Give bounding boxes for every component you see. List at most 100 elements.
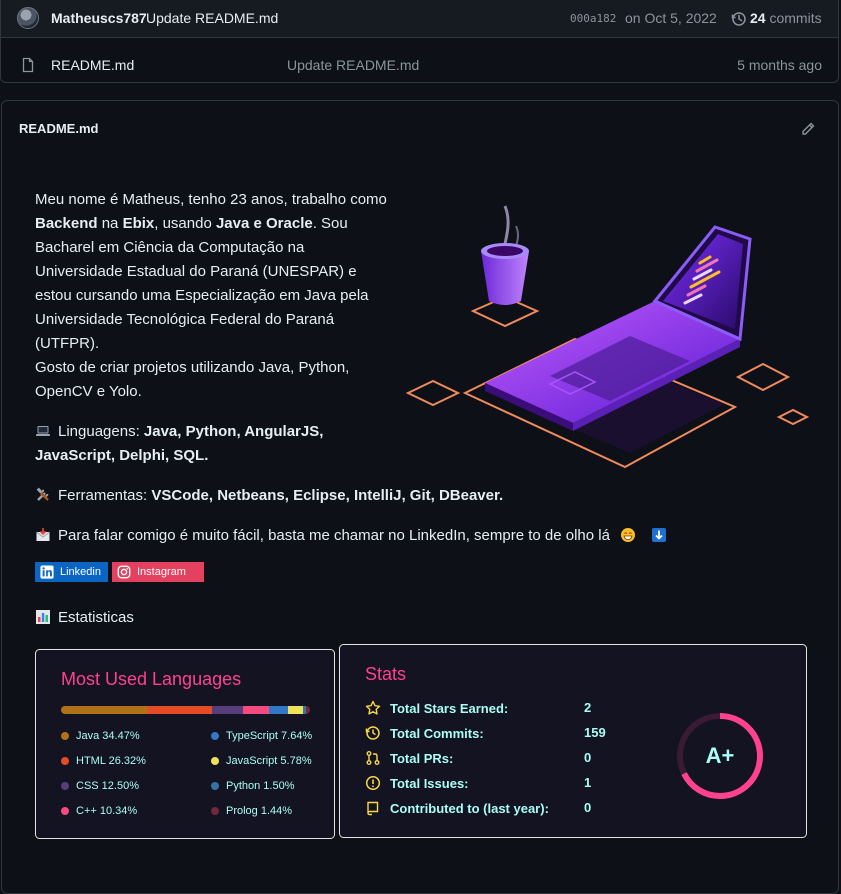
language-label: JavaScript 5.78% [226, 755, 312, 767]
stat-value-contributed: 0 [584, 800, 592, 815]
language-color-dot [61, 757, 69, 765]
intro-paragraph: Meu nome é Matheus, tenho 23 anos, traba… [35, 188, 395, 404]
languages-label: Linguagens: [58, 423, 144, 440]
laptop-coffee-illustration [405, 205, 810, 469]
intro-bold-company: Ebix [122, 215, 155, 232]
language-color-dot [211, 732, 219, 740]
language-label: Python 1.50% [226, 780, 295, 792]
language-color-dot [61, 807, 69, 815]
tools-icon [36, 487, 49, 501]
language-bar-segment [212, 706, 244, 714]
history-icon [365, 726, 380, 740]
stat-label: Total PRs: [390, 750, 454, 766]
envelope-icon [36, 528, 50, 541]
commit-count-label: commits [769, 10, 822, 26]
commit-header: Matheuscs787 Update README.md 000a182 on… [1, 0, 838, 38]
language-bar-segment [288, 706, 303, 714]
stat-label: Total Stars Earned: [390, 700, 509, 716]
readme-panel: README.md Meu nome é Matheus, tenho 23 a… [1, 100, 839, 894]
stat-row-contributed: Contributed to (last year): [365, 800, 549, 816]
stat-row-issues: Total Issues: [365, 775, 469, 791]
stats-heading: Estatisticas [35, 606, 235, 630]
stat-value-issues: 1 [584, 775, 592, 790]
language-label: CSS 12.50% [76, 780, 139, 792]
languages-line: Linguagens: Java, Python, AngularJS, Jav… [35, 420, 355, 468]
point-down-icon [652, 528, 667, 542]
intro-text: na [97, 215, 123, 232]
stat-value-stars: 2 [584, 700, 592, 715]
language-legend-item: Java 34.47% [61, 730, 140, 742]
linkedin-badge[interactable]: Linkedin [35, 562, 108, 582]
language-legend-item: Python 1.50% [211, 780, 295, 792]
intro-bold-stack: Java e Oracle [215, 215, 313, 232]
stat-label: Total Issues: [390, 775, 469, 791]
readme-title[interactable]: README.md [19, 121, 98, 136]
pencil-icon[interactable] [800, 121, 816, 137]
language-legend-item: CSS 12.50% [61, 780, 139, 792]
language-label: Java 34.47% [76, 730, 140, 742]
stat-label: Total Commits: [390, 725, 484, 741]
grade-value: A+ [705, 743, 735, 768]
languages-card-title: Most Used Languages [61, 669, 242, 689]
intro-text: Gosto de criar projetos utilizando Java,… [35, 359, 350, 400]
history-icon [731, 12, 746, 26]
language-legend-item: JavaScript 5.78% [211, 755, 312, 767]
language-color-dot [211, 782, 219, 790]
tools-line: Ferramentas: VSCode, Netbeans, Eclipse, … [35, 484, 555, 508]
language-color-dot [61, 732, 69, 740]
intro-text: Meu nome é Matheus, tenho 23 anos, traba… [35, 191, 387, 208]
language-bar-segment [61, 706, 147, 714]
file-name-link[interactable]: README.md [51, 57, 134, 73]
language-color-dot [211, 807, 219, 815]
language-label: TypeScript 7.64% [226, 730, 313, 742]
contact-text: Para falar comigo é muito fácil, basta m… [58, 527, 610, 544]
linkedin-badge-label: Linkedin [60, 566, 101, 578]
stat-row-prs: Total PRs: [365, 750, 453, 766]
intro-bold-role: Backend [35, 215, 98, 232]
intro-text: . Sou Bacharel em Ciência da Computação … [35, 215, 369, 352]
language-bar-segment [269, 706, 289, 714]
file-age: 5 months ago [737, 57, 822, 73]
stat-row-stars: Total Stars Earned: [365, 700, 508, 716]
most-used-languages-card: Most Used Languages Java 34.47% HTML 26.3… [35, 649, 335, 839]
stat-label: Contributed to (last year): [390, 800, 549, 816]
instagram-badge-label: Instagram [137, 566, 186, 578]
commit-date: on Oct 5, 2022 [625, 10, 717, 26]
pull-request-icon [366, 751, 380, 765]
commit-author[interactable]: Matheuscs787 [51, 10, 147, 26]
grin-icon [621, 528, 636, 542]
issue-icon [365, 775, 381, 791]
tools-label: Ferramentas: [58, 487, 152, 504]
bar-chart-icon [36, 610, 50, 624]
instagram-icon [117, 565, 131, 579]
language-legend-item: C++ 10.34% [61, 805, 137, 817]
language-label: C++ 10.34% [76, 805, 138, 817]
language-legend-item: Prolog 1.44% [211, 805, 292, 817]
language-bar-segment [243, 706, 270, 714]
star-icon [365, 700, 381, 715]
contact-line: Para falar comigo é muito fácil, basta m… [35, 524, 735, 548]
language-bar-segment [146, 706, 213, 714]
language-label: HTML 26.32% [76, 755, 146, 767]
language-bar-segment [306, 706, 310, 714]
language-legend-item: TypeScript 7.64% [211, 730, 312, 742]
language-legend-item: HTML 26.32% [61, 755, 146, 767]
instagram-badge[interactable]: Instagram [112, 562, 204, 582]
intro-text: , usando [154, 215, 216, 232]
commit-count: 24 [750, 10, 766, 26]
laptop-icon [36, 426, 50, 436]
stat-value-commits: 159 [584, 725, 606, 740]
stat-value-prs: 0 [584, 750, 592, 765]
github-stats-card: Stats Total Stars Earned: 2 Total Commit… [339, 644, 807, 838]
stat-row-commits: Total Commits: [365, 725, 484, 741]
language-color-dot [61, 782, 69, 790]
languages-progress-bar [61, 706, 310, 714]
latest-commit-box: Matheuscs787 Update README.md 000a182 on… [0, 0, 839, 83]
commit-count-link[interactable]: 24 commits [750, 10, 822, 26]
file-commit-message[interactable]: Update README.md [287, 57, 419, 73]
commit-message[interactable]: Update README.md [146, 10, 278, 26]
repo-icon [367, 801, 379, 816]
commit-sha[interactable]: 000a182 [570, 12, 616, 25]
avatar[interactable] [17, 7, 39, 29]
linkedin-icon [40, 565, 54, 579]
